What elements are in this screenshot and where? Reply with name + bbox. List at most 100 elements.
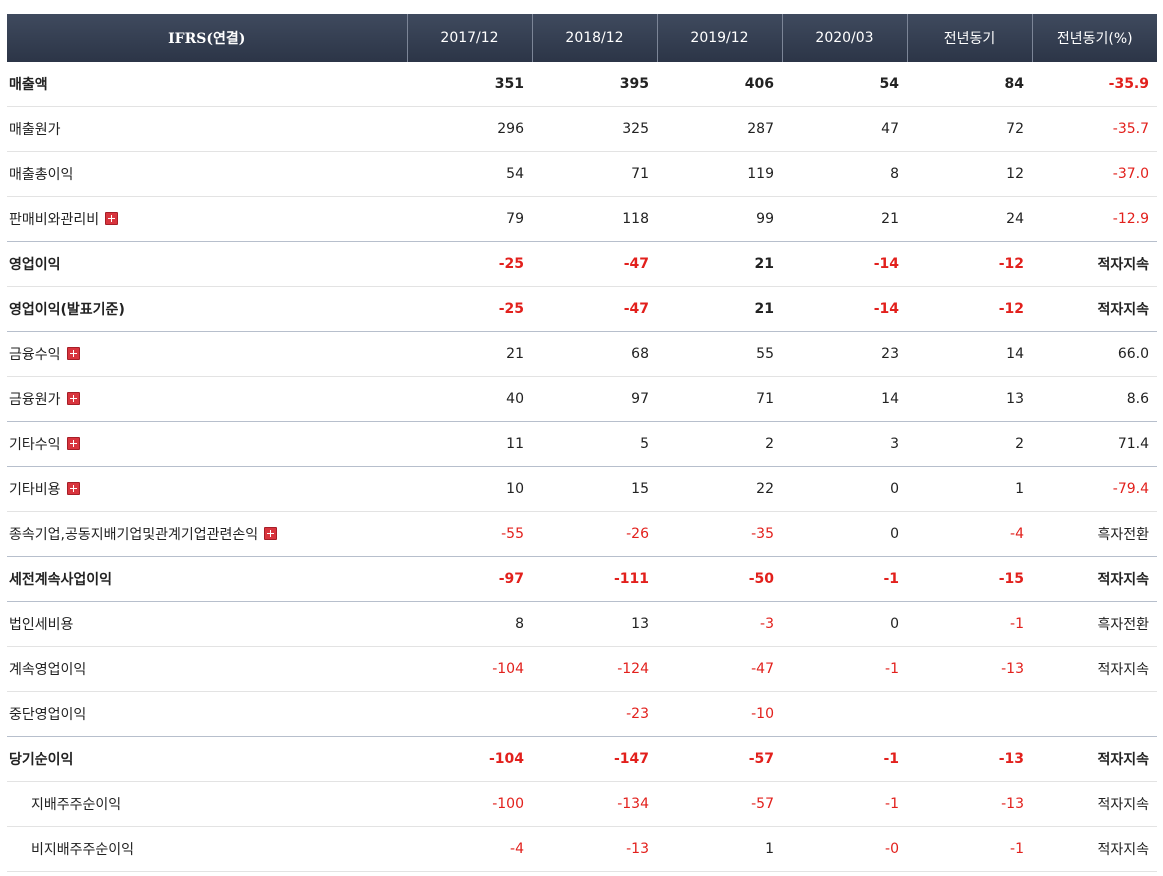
value-cell: -104	[407, 736, 532, 782]
row-label: 영업이익	[9, 257, 61, 273]
row-label-cell: 금융수익	[7, 331, 407, 377]
value-cell: 3	[782, 421, 907, 467]
value-cell: -0	[782, 826, 907, 872]
value-cell: 21	[657, 286, 782, 332]
header-prior-period-pct: 전년동기(%)	[1032, 14, 1157, 62]
expand-plus-icon[interactable]	[264, 527, 278, 540]
value-cell: 55	[657, 331, 782, 377]
row-label: 지배주주순이익	[31, 797, 122, 813]
value-cell: -147	[532, 736, 657, 782]
expand-plus-icon[interactable]	[66, 347, 80, 360]
row-label-cell: 기타수익	[7, 421, 407, 467]
value-cell: -13	[907, 736, 1032, 782]
row-label-cell: 세전계속사업이익	[7, 556, 407, 602]
value-cell: -1	[907, 826, 1032, 872]
expand-plus-icon[interactable]	[66, 392, 80, 405]
value-cell: -134	[532, 781, 657, 827]
income-statement: IFRS(연결) 2017/12 2018/12 2019/12 2020/03…	[7, 14, 1157, 872]
value-cell: -97	[407, 556, 532, 602]
value-cell: 325	[532, 106, 657, 152]
value-cell: 14	[782, 376, 907, 422]
value-cell: 118	[532, 196, 657, 242]
value-cell: -47	[657, 646, 782, 692]
value-cell: -1	[907, 601, 1032, 647]
financial-table: IFRS(연결) 2017/12 2018/12 2019/12 2020/03…	[7, 14, 1157, 872]
table-row: 기타수익 11 5 2 3 2 71.4	[7, 421, 1157, 467]
table-row: 당기순이익 -104 -147 -57 -1 -13 적자지속	[7, 736, 1157, 782]
value-cell: -12	[907, 241, 1032, 287]
yoy-change-cell: 적자지속	[1032, 736, 1157, 782]
value-cell: 47	[782, 106, 907, 152]
value-cell: 71	[532, 151, 657, 197]
value-cell: -14	[782, 286, 907, 332]
row-label-cell: 영업이익	[7, 241, 407, 287]
row-label-cell: 매출총이익	[7, 151, 407, 197]
value-cell: -12	[907, 286, 1032, 332]
row-label: 종속기업,공동지배기업및관계기업관련손익	[9, 527, 259, 543]
value-cell: -1	[782, 646, 907, 692]
row-label-cell: 영업이익(발표기준)	[7, 286, 407, 332]
table-row: 영업이익(발표기준) -25 -47 21 -14 -12 적자지속	[7, 286, 1157, 332]
row-label-cell: 비지배주주순이익	[7, 826, 407, 872]
header-period: 2020/03	[782, 14, 908, 62]
table-row: 법인세비용 8 13 -3 0 -1 흑자전환	[7, 601, 1157, 647]
value-cell	[907, 691, 1032, 737]
expand-plus-icon[interactable]	[105, 212, 119, 225]
value-cell: 12	[907, 151, 1032, 197]
value-cell: 395	[532, 62, 657, 107]
value-cell: 54	[782, 62, 907, 107]
table-row: 매출총이익 54 71 119 8 12 -37.0	[7, 151, 1157, 197]
value-cell: -13	[907, 646, 1032, 692]
row-label: 금융수익	[9, 347, 61, 363]
row-label-cell: 계속영업이익	[7, 646, 407, 692]
value-cell: -47	[532, 241, 657, 287]
row-label: 중단영업이익	[9, 707, 87, 723]
yoy-change-cell: 66.0	[1032, 331, 1157, 377]
row-label: 당기순이익	[9, 752, 74, 768]
value-cell: -13	[907, 781, 1032, 827]
value-cell: 68	[532, 331, 657, 377]
value-cell: -100	[407, 781, 532, 827]
value-cell: 97	[532, 376, 657, 422]
expand-plus-icon[interactable]	[66, 482, 80, 495]
value-cell: -111	[532, 556, 657, 602]
value-cell: -23	[532, 691, 657, 737]
value-cell: 79	[407, 196, 532, 242]
table-row: 계속영업이익 -104 -124 -47 -1 -13 적자지속	[7, 646, 1157, 692]
value-cell	[782, 691, 907, 737]
yoy-change-cell: 적자지속	[1032, 646, 1157, 692]
value-cell: -47	[532, 286, 657, 332]
value-cell: 8	[782, 151, 907, 197]
row-label-cell: 법인세비용	[7, 601, 407, 647]
value-cell: 72	[907, 106, 1032, 152]
row-label-cell: 당기순이익	[7, 736, 407, 782]
value-cell: 10	[407, 466, 532, 512]
yoy-change-cell: -35.9	[1032, 62, 1157, 107]
value-cell: 1	[657, 826, 782, 872]
yoy-change-cell: 71.4	[1032, 421, 1157, 467]
value-cell: -50	[657, 556, 782, 602]
table-row: 금융수익 21 68 55 23 14 66.0	[7, 331, 1157, 377]
table-header-row: IFRS(연결) 2017/12 2018/12 2019/12 2020/03…	[7, 14, 1157, 62]
value-cell: 84	[907, 62, 1032, 107]
value-cell: 21	[782, 196, 907, 242]
value-cell: -10	[657, 691, 782, 737]
value-cell: 351	[407, 62, 532, 107]
value-cell: 0	[782, 601, 907, 647]
yoy-change-cell: 적자지속	[1032, 556, 1157, 602]
row-label: 법인세비용	[9, 617, 74, 633]
value-cell: 13	[532, 601, 657, 647]
expand-plus-icon[interactable]	[66, 437, 80, 450]
header-period: 2017/12	[407, 14, 533, 62]
value-cell: -55	[407, 511, 532, 557]
yoy-change-cell: 적자지속	[1032, 781, 1157, 827]
yoy-change-cell: -12.9	[1032, 196, 1157, 242]
value-cell: 14	[907, 331, 1032, 377]
value-cell: 23	[782, 331, 907, 377]
value-cell: -26	[532, 511, 657, 557]
value-cell: 296	[407, 106, 532, 152]
value-cell: 287	[657, 106, 782, 152]
value-cell: 0	[782, 466, 907, 512]
header-prior-period: 전년동기	[907, 14, 1033, 62]
value-cell: -14	[782, 241, 907, 287]
